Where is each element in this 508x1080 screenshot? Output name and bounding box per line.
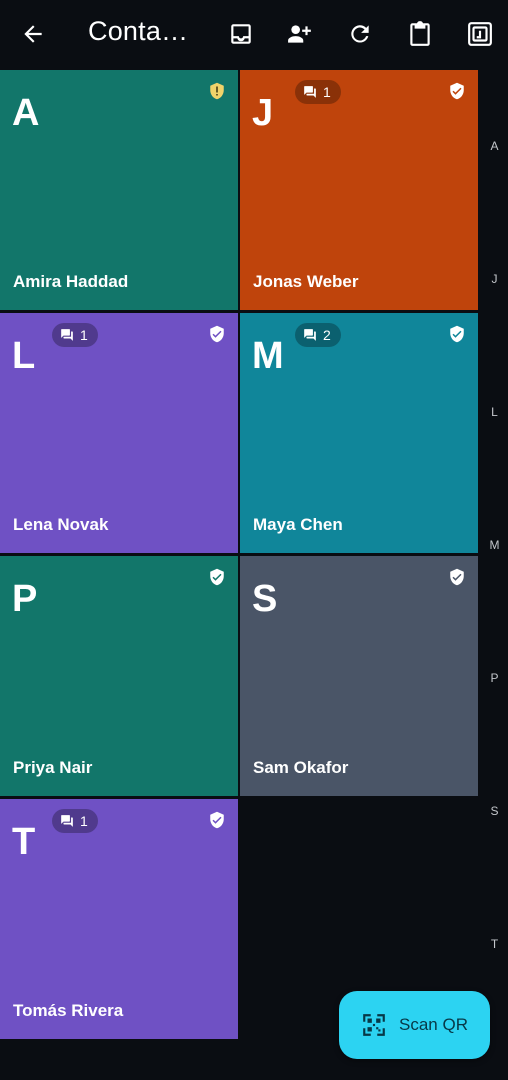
back-button[interactable] xyxy=(10,11,56,57)
contact-name: Tomás Rivera xyxy=(13,1001,124,1020)
scan-qr-label: Scan QR xyxy=(399,1015,468,1034)
verified-shield-icon xyxy=(448,82,466,100)
contact-initial: L xyxy=(12,335,36,377)
back-arrow-icon xyxy=(20,21,46,47)
refresh-button[interactable] xyxy=(337,11,383,57)
contact-name: Amira Haddad xyxy=(13,272,129,291)
index-letter[interactable]: T xyxy=(481,937,508,951)
index-letter[interactable]: M xyxy=(481,538,508,552)
contact-name: Lena Novak xyxy=(13,515,109,534)
index-letter[interactable]: P xyxy=(481,671,508,685)
contact-name: Sam Okafor xyxy=(253,758,349,777)
inbox-icon xyxy=(228,21,254,47)
warning-shield-icon xyxy=(208,82,226,100)
verified-shield-icon xyxy=(208,568,226,586)
qr-scan-icon xyxy=(361,1012,387,1038)
contact-initial: T xyxy=(12,821,36,863)
contact-initial: M xyxy=(252,335,284,377)
message-count: 1 xyxy=(80,327,88,343)
scan-qr-button[interactable]: Scan QR xyxy=(339,991,490,1059)
contact-tile[interactable]: M 2 Maya Chen xyxy=(240,313,478,553)
chat-icon xyxy=(303,85,317,99)
chat-icon xyxy=(60,814,74,828)
refresh-icon xyxy=(347,21,373,47)
qr-frame-icon xyxy=(467,21,493,47)
index-letter[interactable]: S xyxy=(481,804,508,818)
contact-tile[interactable]: J 1 Jonas Weber xyxy=(240,70,478,310)
message-count-badge: 1 xyxy=(52,809,98,833)
add-contact-button[interactable] xyxy=(277,11,323,57)
message-count: 2 xyxy=(323,327,331,343)
contact-name: Jonas Weber xyxy=(253,272,359,291)
index-letter[interactable]: J xyxy=(481,272,508,286)
index-letter[interactable]: A xyxy=(481,139,508,153)
clipboard-button[interactable] xyxy=(397,11,443,57)
add-contact-icon xyxy=(285,21,315,47)
contact-name: Maya Chen xyxy=(253,515,343,534)
message-count: 1 xyxy=(80,813,88,829)
clipboard-icon xyxy=(407,20,433,48)
inbox-button[interactable] xyxy=(218,11,264,57)
contact-initial: A xyxy=(12,92,40,134)
index-letter[interactable]: L xyxy=(481,405,508,419)
contact-tile[interactable]: T 1 Tomás Rivera xyxy=(0,799,238,1039)
verified-shield-icon xyxy=(448,325,466,343)
verified-shield-icon xyxy=(448,568,466,586)
contact-tile[interactable]: S Sam Okafor xyxy=(240,556,478,796)
app-bar: Conta… xyxy=(0,0,508,69)
chat-icon xyxy=(60,328,74,342)
contact-initial: J xyxy=(252,92,274,134)
message-count-badge: 1 xyxy=(52,323,98,347)
contact-tile[interactable]: L 1 Lena Novak xyxy=(0,313,238,553)
message-count-badge: 2 xyxy=(295,323,341,347)
contact-tile[interactable]: A Amira Haddad xyxy=(0,70,238,310)
qr-frame-button[interactable] xyxy=(457,11,503,57)
contact-initial: P xyxy=(12,578,38,620)
message-count-badge: 1 xyxy=(295,80,341,104)
verified-shield-icon xyxy=(208,325,226,343)
contact-name: Priya Nair xyxy=(13,758,93,777)
page-title: Conta… xyxy=(88,16,189,46)
message-count: 1 xyxy=(323,84,331,100)
contact-initial: S xyxy=(252,578,278,620)
verified-shield-icon xyxy=(208,811,226,829)
chat-icon xyxy=(303,328,317,342)
alphabet-index[interactable]: A J L M P S T xyxy=(481,69,508,1080)
contact-tile[interactable]: P Priya Nair xyxy=(0,556,238,796)
